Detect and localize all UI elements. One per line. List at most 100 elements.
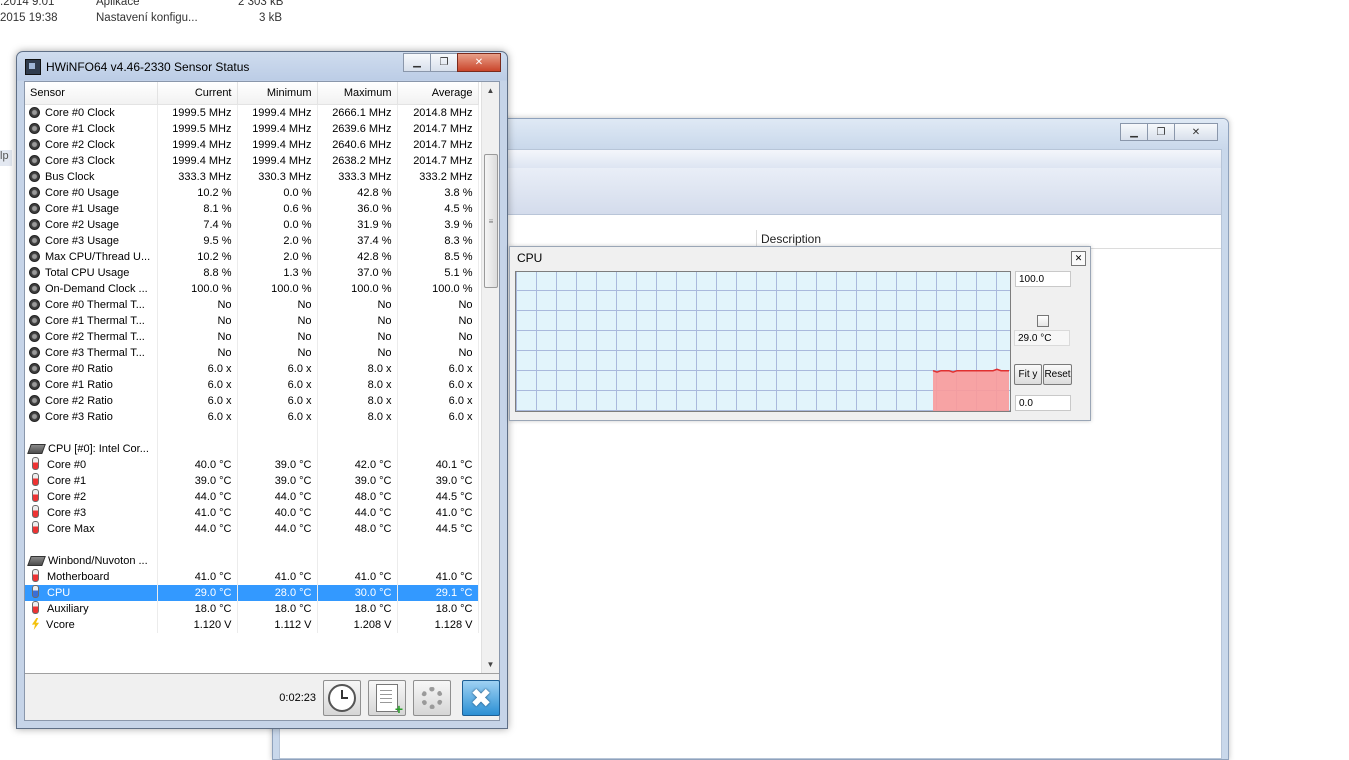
graph-option-checkbox[interactable] <box>1037 315 1049 327</box>
maximize-icon[interactable]: ❐ <box>1147 123 1175 141</box>
table-row[interactable]: Bus Clock 333.3 MHz 330.3 MHz 333.3 MHz 333.… <box>25 169 479 185</box>
sensor-minimum-cell: 44.0 °C <box>237 489 318 505</box>
sensor-name-cell: Core #3 Clock <box>25 153 158 169</box>
sensor-name-cell <box>25 537 158 553</box>
table-row[interactable]: Core #1 39.0 °C 39.0 °C 39.0 °C 39.0 °C <box>25 473 479 489</box>
sensor-minimum-cell: 1.112 V <box>237 617 318 633</box>
sensor-minimum-cell: 1999.4 MHz <box>237 137 318 153</box>
graph-min-field[interactable]: 0.0 <box>1015 395 1071 411</box>
sensor-label: Winbond/Nuvoton ... <box>48 555 148 567</box>
table-row[interactable]: Core #3 Thermal T... No No No No <box>25 345 479 361</box>
table-row[interactable]: CPU 29.0 °C 28.0 °C 30.0 °C 29.1 °C <box>25 585 479 601</box>
sensor-maximum-cell: No <box>317 297 398 313</box>
table-row[interactable]: Core #3 Ratio 6.0 x 6.0 x 8.0 x 6.0 x <box>25 409 479 425</box>
gauge-icon <box>29 379 40 390</box>
gauge-icon <box>29 283 40 294</box>
sensor-maximum-cell: No <box>317 345 398 361</box>
table-row[interactable]: Vcore 1.120 V 1.112 V 1.208 V 1.128 V <box>25 617 479 633</box>
sensor-group-header[interactable]: CPU [#0]: Intel Cor... <box>25 441 479 457</box>
table-row[interactable]: Core #2 44.0 °C 44.0 °C 48.0 °C 44.5 °C <box>25 489 479 505</box>
reset-button[interactable]: Reset <box>1043 364 1072 385</box>
add-log-icon <box>376 684 403 717</box>
reset-clock-button[interactable] <box>323 680 361 716</box>
sensor-name-cell: CPU <box>25 585 158 601</box>
table-row[interactable] <box>25 537 479 553</box>
sensor-current-cell: 39.0 °C <box>157 473 238 489</box>
sensor-group-header[interactable]: Winbond/Nuvoton ... <box>25 553 479 569</box>
table-row[interactable]: Core #1 Thermal T... No No No No <box>25 313 479 329</box>
close-sensors-button[interactable]: ✖ <box>462 680 500 716</box>
sensor-average-cell: 4.5 % <box>397 201 479 217</box>
sensor-name-cell: Core #1 <box>25 473 158 489</box>
table-row[interactable]: Core Max 44.0 °C 44.0 °C 48.0 °C 44.5 °C <box>25 521 479 537</box>
table-row[interactable]: Max CPU/Thread U... 10.2 % 2.0 % 42.8 % 8.5 … <box>25 249 479 265</box>
sensor-label: Core #2 Ratio <box>45 395 113 407</box>
gauge-icon <box>29 331 40 342</box>
table-row[interactable]: Core #3 Usage 9.5 % 2.0 % 37.4 % 8.3 % <box>25 233 479 249</box>
scroll-up-icon[interactable]: ▲ <box>482 82 499 99</box>
table-row[interactable] <box>25 425 479 441</box>
sensor-name-cell: Core #2 Clock <box>25 137 158 153</box>
close-icon[interactable]: ✕ <box>1071 251 1086 266</box>
sensor-scrollbar[interactable]: ▲ ≡ ▼ <box>481 82 499 673</box>
table-row[interactable]: Core #0 Clock 1999.5 MHz 1999.4 MHz 2666.1 … <box>25 104 479 121</box>
scroll-down-icon[interactable]: ▼ <box>482 656 499 673</box>
table-row[interactable]: Core #1 Usage 8.1 % 0.6 % 36.0 % 4.5 % <box>25 201 479 217</box>
gauge-icon <box>29 267 40 278</box>
fit-y-button[interactable]: Fit y <box>1014 364 1042 385</box>
sensor-current-cell: 40.0 °C <box>157 457 238 473</box>
sensor-maximum-cell: 39.0 °C <box>317 473 398 489</box>
table-row[interactable]: Core #3 41.0 °C 40.0 °C 44.0 °C 41.0 °C <box>25 505 479 521</box>
table-row[interactable]: Core #1 Clock 1999.5 MHz 1999.4 MHz 2639.6 … <box>25 121 479 137</box>
sensor-minimum-cell <box>237 441 318 457</box>
graph-max-field[interactable]: 100.0 <box>1015 271 1071 287</box>
maximize-icon[interactable]: ❐ <box>430 53 458 72</box>
close-icon[interactable]: ✕ <box>457 53 501 72</box>
gauge-icon <box>29 347 40 358</box>
table-row[interactable]: Core #0 Usage 10.2 % 0.0 % 42.8 % 3.8 % <box>25 185 479 201</box>
table-row[interactable]: Core #2 Clock 1999.4 MHz 1999.4 MHz 2640.6 … <box>25 137 479 153</box>
sensor-average-cell: 3.8 % <box>397 185 479 201</box>
table-row[interactable]: Motherboard 41.0 °C 41.0 °C 41.0 °C 41.0 °C <box>25 569 479 585</box>
close-icon[interactable]: ✕ <box>1174 123 1218 141</box>
sensor-current-cell: 1999.5 MHz <box>157 104 238 121</box>
sensor-average-cell: No <box>397 329 479 345</box>
sensor-current-cell: 6.0 x <box>157 377 238 393</box>
table-row[interactable]: Total CPU Usage 8.8 % 1.3 % 37.0 % 5.1 % <box>25 265 479 281</box>
explorer-row-date: 2015 19:38 <box>0 12 58 24</box>
thermometer-icon <box>32 473 39 486</box>
column-header-minimum[interactable]: Minimum <box>237 82 318 105</box>
table-row[interactable]: Core #3 Clock 1999.4 MHz 1999.4 MHz 2638.2 … <box>25 153 479 169</box>
table-row[interactable]: Core #0 40.0 °C 39.0 °C 42.0 °C 40.1 °C <box>25 457 479 473</box>
sensor-maximum-cell: 333.3 MHz <box>317 169 398 185</box>
sensor-current-cell: 6.0 x <box>157 361 238 377</box>
sensor-average-cell: 6.0 x <box>397 393 479 409</box>
sensor-current-cell: 1999.4 MHz <box>157 153 238 169</box>
table-row[interactable]: Core #1 Ratio 6.0 x 6.0 x 8.0 x 6.0 x <box>25 377 479 393</box>
table-row[interactable]: Core #0 Ratio 6.0 x 6.0 x 8.0 x 6.0 x <box>25 361 479 377</box>
sensor-maximum-cell: 42.8 % <box>317 185 398 201</box>
sensor-name-cell: Core #0 Ratio <box>25 361 158 377</box>
table-row[interactable]: Core #2 Thermal T... No No No No <box>25 329 479 345</box>
minimize-icon[interactable]: ▁ <box>403 53 431 72</box>
sensor-label: Core #1 Ratio <box>45 379 113 391</box>
column-header-average[interactable]: Average <box>397 82 479 105</box>
sensor-current-cell: 6.0 x <box>157 393 238 409</box>
logging-button[interactable] <box>368 680 406 717</box>
column-header-current[interactable]: Current <box>157 82 238 105</box>
table-row[interactable]: On-Demand Clock ... 100.0 % 100.0 % 100.0 %… <box>25 281 479 297</box>
minimize-icon[interactable]: ▁ <box>1120 123 1148 141</box>
hwinfo-client: Sensor Current Minimum Maximum Average C… <box>24 81 500 721</box>
table-row[interactable]: Core #2 Usage 7.4 % 0.0 % 31.9 % 3.9 % <box>25 217 479 233</box>
gauge-icon <box>29 155 40 166</box>
settings-button[interactable] <box>413 680 451 716</box>
sensor-label: On-Demand Clock ... <box>45 283 148 295</box>
table-row[interactable]: Auxiliary 18.0 °C 18.0 °C 18.0 °C 18.0 °C <box>25 601 479 617</box>
close-icon: ✖ <box>470 683 492 713</box>
column-header-maximum[interactable]: Maximum <box>317 82 398 105</box>
scrollbar-thumb[interactable]: ≡ <box>484 154 498 288</box>
sensor-label: Core #2 Clock <box>45 139 115 151</box>
column-header-sensor[interactable]: Sensor <box>25 82 158 105</box>
table-row[interactable]: Core #2 Ratio 6.0 x 6.0 x 8.0 x 6.0 x <box>25 393 479 409</box>
table-row[interactable]: Core #0 Thermal T... No No No No <box>25 297 479 313</box>
